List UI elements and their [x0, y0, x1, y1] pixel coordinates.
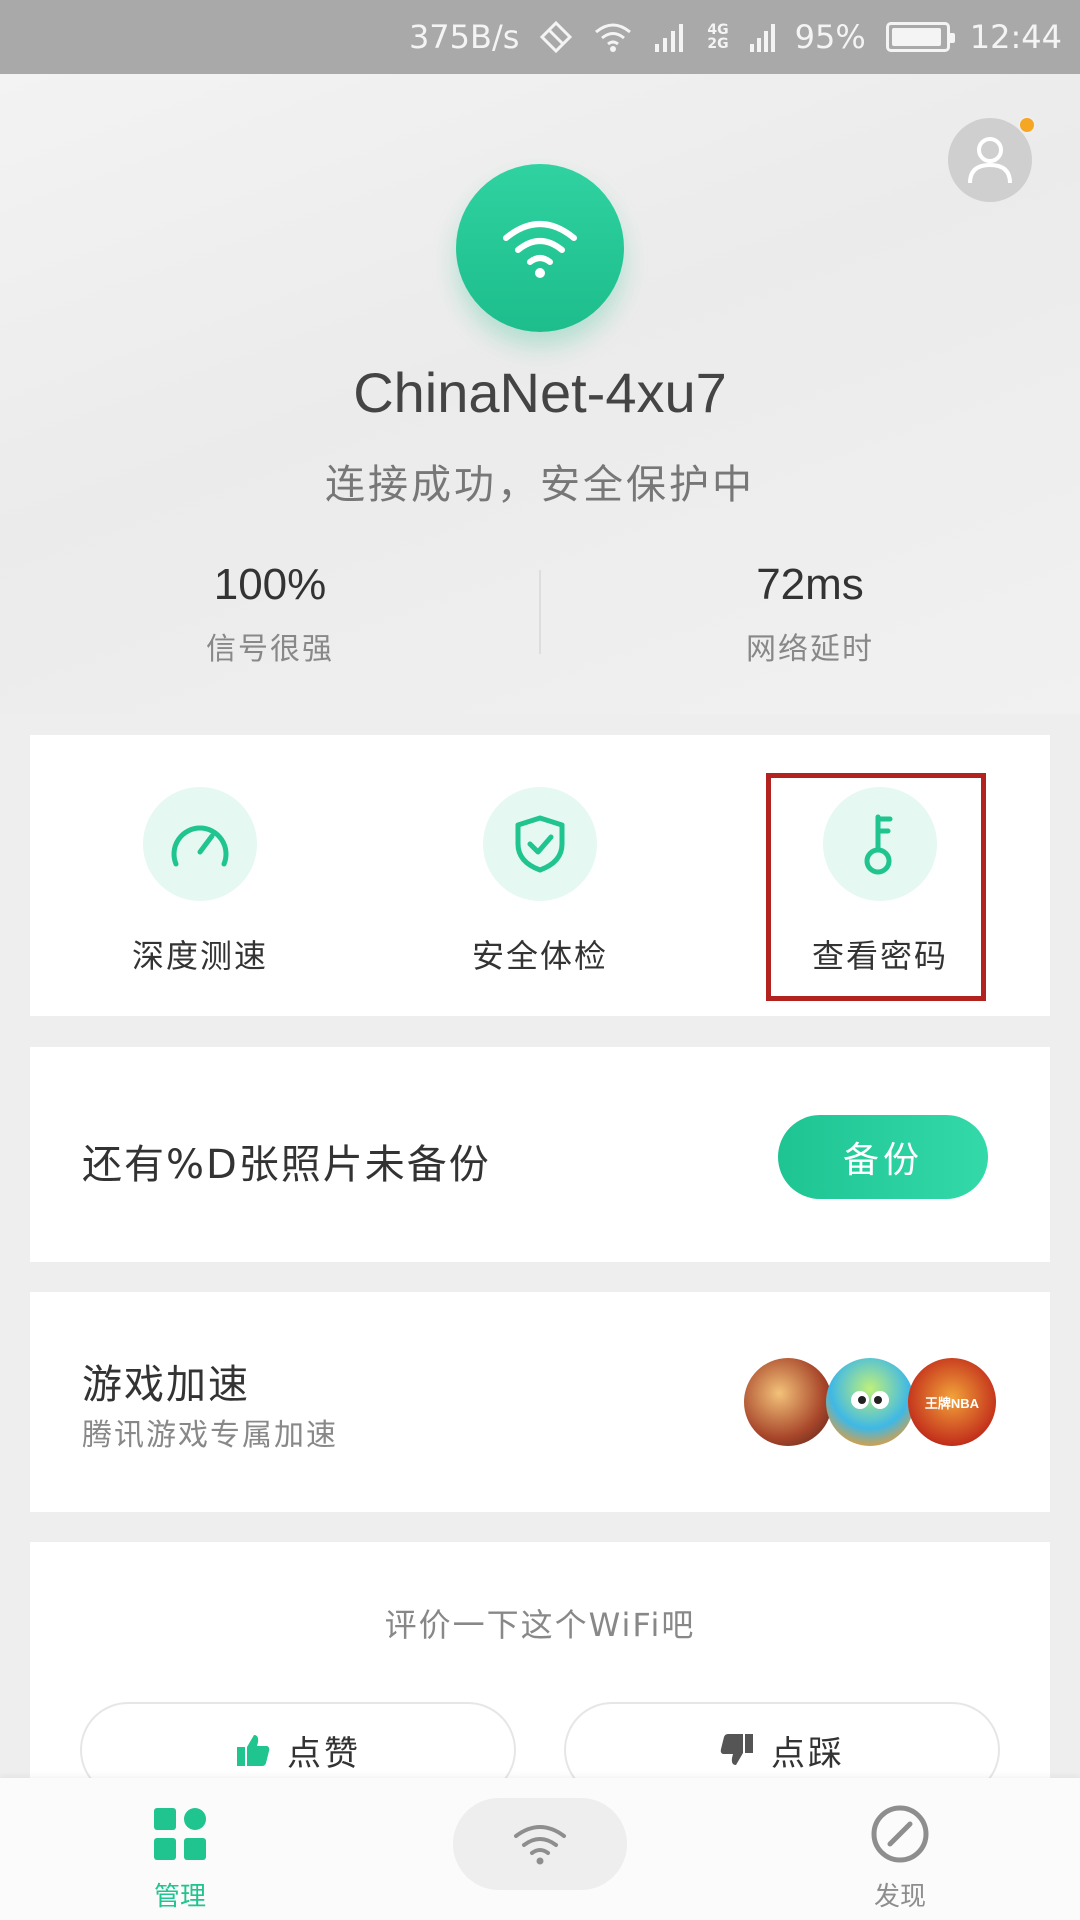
nav-manage-label: 管理 [153, 1882, 206, 1912]
latency-stat: 72ms 网络延时 [540, 560, 1080, 668]
rotation-icon [539, 20, 573, 54]
network-type-top: 4G [707, 22, 729, 38]
speed-test-button[interactable]: 深度测速 [30, 735, 370, 1016]
user-icon [968, 137, 1012, 184]
like-label: 点赞 [287, 1733, 361, 1774]
rate-prompt: 评价一下这个WiFi吧 [384, 1606, 696, 1644]
network-speed: 375B/s [408, 18, 520, 56]
speedometer-icon [143, 787, 257, 901]
speed-test-label: 深度测速 [131, 937, 268, 975]
battery-icon [885, 22, 955, 52]
notification-dot [1018, 116, 1036, 134]
wifi-ssid: ChinaNet-4xu7 [353, 361, 727, 424]
backup-message: 还有%D张照片未备份 [82, 1142, 491, 1188]
wifi-nav-icon [514, 1825, 566, 1865]
signal-icon [653, 22, 687, 52]
game-acceleration-subtitle: 腾讯游戏专属加速 [82, 1418, 338, 1453]
latency-value: 72ms [756, 560, 864, 609]
thumbs-down-icon [720, 1734, 753, 1765]
game-acceleration-title: 游戏加速 [82, 1362, 250, 1408]
user-avatar-button[interactable] [948, 116, 1036, 202]
connection-status: 连接成功，安全保护中 [325, 462, 755, 508]
bottom-navigation: 管理 发现 [0, 1778, 1080, 1920]
status-bar: 375B/s 4G 2G 95% 12:44 [0, 0, 1080, 74]
nav-wifi-button[interactable] [453, 1798, 627, 1890]
stats-row: 100% 信号很强 72ms 网络延时 [0, 560, 1080, 670]
clock: 12:44 [969, 18, 1062, 56]
thumbs-up-icon [237, 1735, 270, 1766]
game-icon-honor-of-kings [744, 1358, 832, 1446]
game-icon-nba: 王牌NBA [908, 1358, 996, 1446]
shield-check-icon [483, 787, 597, 901]
security-check-button[interactable]: 安全体检 [370, 735, 710, 1016]
network-type-bottom: 2G [707, 36, 729, 52]
wifi-status-icon [593, 21, 633, 53]
security-check-label: 安全体检 [471, 937, 608, 975]
game-acceleration-card[interactable]: 游戏加速 腾讯游戏专属加速 王牌NBA [30, 1292, 1050, 1512]
highlight-box [766, 773, 986, 1001]
signal-stat: 100% 信号很强 [0, 560, 540, 668]
wifi-connected-button[interactable] [456, 164, 624, 332]
signal-label: 信号很强 [206, 632, 334, 667]
nav-discover[interactable]: 发现 [800, 1778, 1000, 1920]
nav-manage[interactable]: 管理 [80, 1778, 280, 1920]
photo-backup-card: 还有%D张照片未备份 备份 [30, 1047, 1050, 1262]
rate-wifi-card: 评价一下这个WiFi吧 点赞 点踩 [30, 1542, 1050, 1802]
signal-2-icon [749, 22, 775, 52]
compass-icon [871, 1805, 929, 1863]
backup-button[interactable]: 备份 [778, 1115, 988, 1199]
dislike-label: 点踩 [771, 1733, 845, 1774]
game-icon-fish [826, 1358, 914, 1446]
network-type: 4G 2G [707, 23, 728, 51]
latency-label: 网络延时 [746, 632, 874, 667]
battery-percent: 95% [794, 18, 866, 56]
grid-icon [154, 1808, 206, 1860]
signal-value: 100% [213, 560, 327, 609]
wifi-icon [503, 221, 577, 278]
nav-discover-label: 发现 [873, 1882, 926, 1912]
